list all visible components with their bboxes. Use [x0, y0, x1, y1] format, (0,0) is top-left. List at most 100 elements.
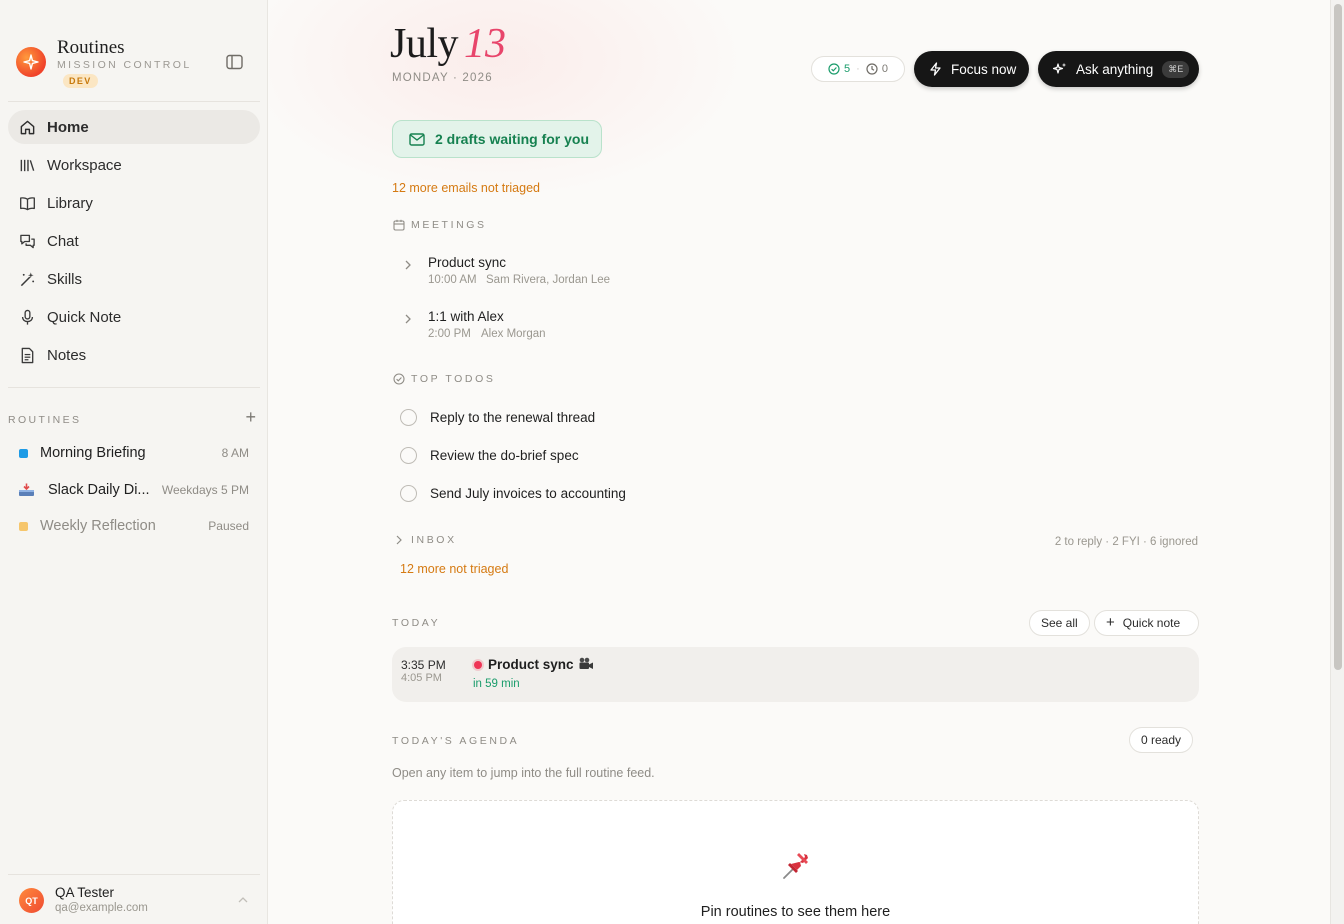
routines-header: ROUTINES +	[8, 408, 260, 430]
routine-status: Paused	[208, 519, 249, 533]
task-stats[interactable]: 5 · 0	[811, 56, 905, 82]
nav-item-home[interactable]: Home	[8, 110, 260, 144]
nav-label: Home	[47, 118, 89, 136]
meetings-section-label: MEETINGS	[393, 219, 487, 231]
video-camera-icon	[578, 657, 594, 676]
inbox-tray-icon	[18, 483, 35, 497]
quick-note-label: Quick note	[1122, 616, 1181, 630]
nav-item-library[interactable]: Library	[8, 186, 260, 220]
meeting-attendees: Sam Rivera, Jordan Lee	[486, 274, 611, 286]
todo-checkbox[interactable]	[400, 408, 417, 426]
ask-anything-label: Ask anything	[1076, 61, 1154, 77]
routine-schedule: Weekdays 5 PM	[161, 483, 249, 497]
routines-label: ROUTINES	[8, 414, 82, 426]
untriaged-inbox-link[interactable]: 12 more not triaged	[400, 562, 508, 576]
meeting-title: Product sync	[428, 255, 507, 270]
home-icon	[20, 120, 35, 134]
main-content: July 13 MONDAY · 2026 5 · 0 Focus now As…	[269, 0, 1330, 924]
pending-count: 0	[866, 63, 888, 75]
todos-section-label: TOP TODOS	[393, 373, 495, 385]
brand-subtitle: MISSION CONTROL	[57, 59, 192, 71]
meeting-item[interactable]: Product sync 10:00 AM Sam Rivera, Jordan…	[402, 255, 822, 295]
lightning-icon	[930, 62, 941, 76]
routine-color-dot	[19, 448, 28, 458]
plus-icon: +	[1106, 614, 1115, 631]
todo-checkbox[interactable]	[400, 446, 417, 464]
envelope-icon	[409, 132, 425, 146]
nav-label: Notes	[47, 346, 87, 364]
see-all-button[interactable]: See all	[1029, 610, 1090, 636]
divider	[8, 101, 260, 102]
nav-item-quick-note[interactable]: Quick Note	[8, 300, 260, 334]
pushpin-icon	[780, 849, 812, 886]
empty-state-text: Pin routines to see them here	[700, 904, 891, 920]
todo-item: Review the do-brief spec	[400, 444, 820, 466]
quick-note-button[interactable]: + Quick note	[1094, 610, 1199, 636]
date-weekday-year: MONDAY · 2026	[392, 72, 493, 84]
event-countdown: in 59 min	[473, 678, 520, 690]
meeting-time: 10:00 AM	[428, 274, 477, 286]
user-email: qa@example.com	[55, 902, 148, 914]
todo-item: Send July invoices to accounting	[400, 482, 820, 504]
document-icon	[21, 347, 34, 363]
chevron-right-icon	[405, 314, 411, 324]
nav-item-skills[interactable]: Skills	[8, 262, 260, 296]
user-menu[interactable]: QT QA Tester qa@example.com	[8, 874, 260, 924]
add-routine-icon[interactable]: +	[245, 408, 256, 426]
nav-label: Workspace	[47, 156, 122, 174]
scrollbar-thumb[interactable]	[1334, 4, 1342, 670]
today-section-label: TODAY	[392, 617, 441, 629]
nav-item-workspace[interactable]: Workspace	[8, 148, 260, 182]
microphone-icon	[21, 309, 34, 325]
books-icon	[20, 159, 35, 171]
sidebar: Routines MISSION CONTROL DEV Home Worksp…	[0, 0, 268, 924]
sparkles-icon	[1053, 62, 1067, 74]
todo-text[interactable]: Send July invoices to accounting	[430, 486, 626, 501]
todo-text[interactable]: Reply to the renewal thread	[430, 410, 595, 425]
sidebar-toggle-icon[interactable]	[226, 54, 246, 72]
live-indicator	[474, 661, 482, 669]
user-name: QA Tester	[55, 885, 115, 900]
pinned-routines-empty-state: Pin routines to see them here	[392, 800, 1199, 924]
meeting-attendees: Alex Morgan	[481, 328, 546, 340]
ask-anything-button[interactable]: Ask anything ⌘E	[1038, 51, 1199, 87]
routine-color-dot	[19, 521, 28, 531]
wand-icon	[20, 271, 35, 286]
nav-item-chat[interactable]: Chat	[8, 224, 260, 258]
keyboard-shortcut: ⌘E	[1162, 60, 1190, 78]
ready-count-badge[interactable]: 0 ready	[1129, 727, 1194, 753]
routine-item-morning-briefing[interactable]: Morning Briefing 8 AM	[8, 437, 260, 469]
untriaged-emails-link[interactable]: 12 more emails not triaged	[392, 181, 540, 195]
event-title: Product sync	[488, 657, 574, 672]
routine-item-weekly-reflection[interactable]: Weekly Reflection Paused	[8, 510, 260, 542]
chevron-right-icon	[396, 535, 402, 545]
chevron-right-icon	[405, 260, 411, 270]
nav-label: Library	[47, 194, 93, 212]
check-circle-icon	[828, 63, 840, 75]
check-circle-icon	[393, 373, 405, 385]
chat-icon	[20, 234, 35, 248]
brand[interactable]: Routines MISSION CONTROL DEV	[16, 36, 252, 92]
brand-title: Routines	[57, 37, 125, 58]
focus-now-button[interactable]: Focus now	[914, 51, 1029, 87]
todo-item: Reply to the renewal thread	[400, 406, 820, 428]
inbox-toggle[interactable]: INBOX	[393, 534, 457, 546]
nav-item-notes[interactable]: Notes	[8, 338, 260, 372]
avatar: QT	[19, 888, 44, 913]
today-event-card[interactable]: 3:35 PM 4:05 PM Product sync in 59 min	[392, 647, 1199, 702]
todo-checkbox[interactable]	[400, 484, 417, 502]
routine-item-slack-daily-digest[interactable]: Slack Daily Di... Weekdays 5 PM	[8, 474, 260, 506]
done-count: 5	[828, 63, 850, 75]
event-start-time: 3:35 PM	[401, 658, 446, 672]
routine-name: Morning Briefing	[40, 445, 146, 461]
todo-text[interactable]: Review the do-brief spec	[430, 448, 579, 463]
routine-name: Weekly Reflection	[40, 518, 156, 534]
calendar-icon	[393, 219, 405, 231]
date-month: July	[390, 21, 459, 67]
focus-now-label: Focus now	[951, 61, 1017, 77]
scrollbar[interactable]	[1330, 0, 1344, 924]
inbox-summary: 2 to reply · 2 FYI · 6 ignored	[1054, 536, 1198, 548]
book-icon	[20, 196, 35, 210]
drafts-banner[interactable]: 2 drafts waiting for you	[392, 120, 602, 158]
meeting-item[interactable]: 1:1 with Alex 2:00 PM Alex Morgan	[402, 309, 822, 349]
